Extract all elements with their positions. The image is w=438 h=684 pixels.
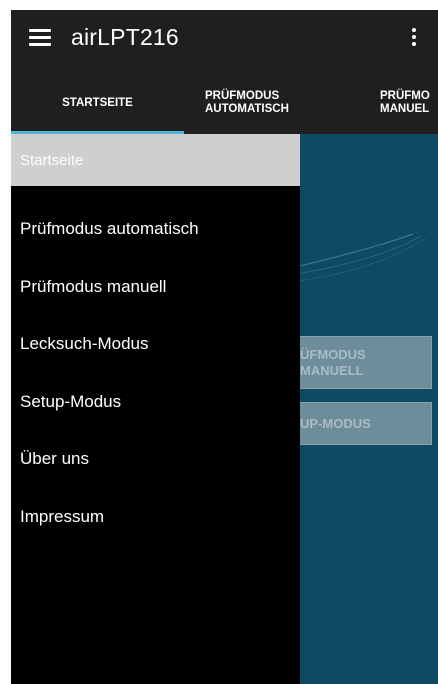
app-title: airLPT216: [71, 24, 179, 50]
app-screen: airLPT216 STARTSEITE PRÜFMODUS AUTOMATIS…: [11, 10, 438, 684]
tab-pruefmodus-automatisch[interactable]: PRÜFMODUS AUTOMATISCH: [205, 72, 355, 134]
tab-label: PRÜFMODUS AUTOMATISCH: [205, 90, 289, 115]
tab-startseite[interactable]: STARTSEITE: [11, 72, 184, 134]
drawer-item-ueber-uns[interactable]: Über uns: [11, 431, 300, 487]
navigation-drawer: Startseite Prüfmodus automatisch Prüfmod…: [11, 134, 300, 684]
app-bar: airLPT216: [11, 10, 438, 72]
drawer-item-pruefmodus-manuell[interactable]: Prüfmodus manuell: [11, 259, 300, 315]
pruefmodus-manuell-button[interactable]: ÜFMODUS MANUELL: [289, 336, 432, 389]
drawer-item-startseite[interactable]: Startseite: [11, 134, 300, 186]
tab-pruefmodus-manuell[interactable]: PRÜFMO MANUEL: [380, 72, 438, 134]
drawer-item-lecksuch-modus[interactable]: Lecksuch-Modus: [11, 316, 300, 372]
overflow-menu-icon[interactable]: [411, 28, 417, 48]
tab-label: PRÜFMO MANUEL: [380, 90, 430, 115]
drawer-item-pruefmodus-automatisch[interactable]: Prüfmodus automatisch: [11, 201, 300, 257]
drawer-item-impressum[interactable]: Impressum: [11, 489, 300, 545]
setup-modus-button[interactable]: UP-MODUS: [289, 402, 432, 445]
drawer-item-setup-modus[interactable]: Setup-Modus: [11, 374, 300, 430]
hamburger-menu-icon[interactable]: [29, 29, 51, 46]
tab-bar: STARTSEITE PRÜFMODUS AUTOMATISCH PRÜFMO …: [11, 72, 438, 134]
